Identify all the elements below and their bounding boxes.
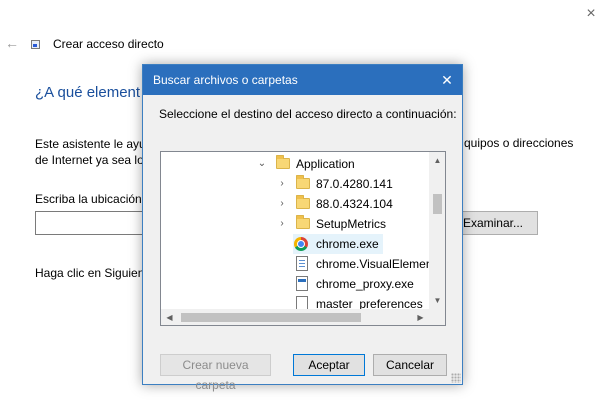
dialog-title: Buscar archivos o carpetas [153, 73, 298, 87]
chrome-icon [294, 237, 308, 251]
ok-button[interactable]: Aceptar [293, 354, 365, 376]
vertical-scrollbar[interactable]: ▲ ▼ [429, 152, 445, 309]
tree-item-label: SetupMetrics [316, 217, 387, 231]
wizard-close-icon[interactable]: × [583, 6, 599, 22]
scroll-up-icon[interactable]: ▲ [429, 152, 445, 169]
visual-elements-file-icon [296, 256, 308, 271]
resize-grip-icon[interactable] [451, 373, 461, 383]
location-label: Escriba la ubicación [35, 192, 142, 206]
dialog-prompt: Seleccione el destino del acceso directo… [159, 107, 457, 121]
back-arrow-icon[interactable]: ← [5, 36, 19, 50]
folder-icon [296, 195, 310, 209]
chevron-right-icon[interactable]: › [277, 194, 287, 214]
tree-item-setupmetrics[interactable]: › SetupMetrics [161, 214, 429, 234]
tree-item-chrome-proxy[interactable]: chrome_proxy.exe [161, 274, 429, 294]
location-input[interactable] [35, 211, 155, 235]
folder-icon [276, 155, 290, 169]
dialog-close-icon[interactable]: ✕ [432, 65, 462, 95]
next-instruction: Haga clic en Siguient [35, 266, 148, 280]
browse-dialog: Buscar archivos o carpetas ✕ Seleccione … [142, 64, 463, 392]
new-folder-button: Crear nueva carpeta [160, 354, 271, 392]
horizontal-scrollbar[interactable]: ◀ ▶ [161, 309, 429, 325]
tree-item-label: Application [296, 157, 355, 171]
wizard-description: Este asistente le ayud de Internet ya se… [35, 136, 152, 168]
exe-file-icon [296, 276, 308, 291]
wizard-description-line-1: Este asistente le ayud [35, 137, 153, 151]
folder-icon [296, 215, 310, 229]
tree-item-visual-elements[interactable]: chrome.VisualElement [161, 254, 436, 274]
tree-item-87[interactable]: › 87.0.4280.141 [161, 174, 429, 194]
tree-item-label: chrome.VisualElement [316, 257, 436, 271]
cancel-button[interactable]: Cancelar [373, 354, 447, 376]
dialog-titlebar[interactable]: Buscar archivos o carpetas ✕ [143, 65, 462, 95]
folder-icon [296, 175, 310, 189]
tree-item-chrome-exe[interactable]: chrome.exe [293, 234, 383, 254]
scroll-right-icon[interactable]: ▶ [412, 309, 429, 325]
tree-item-label: 88.0.4324.104 [316, 197, 393, 211]
chevron-right-icon[interactable]: › [277, 174, 287, 194]
tree-item-label: chrome.exe [316, 237, 379, 251]
chevron-right-icon[interactable]: › [277, 214, 287, 234]
scroll-left-icon[interactable]: ◀ [161, 309, 178, 325]
wizard-heading: ¿A qué element [35, 84, 141, 101]
horizontal-scroll-thumb[interactable] [181, 313, 361, 322]
chevron-down-icon[interactable]: ⌄ [257, 154, 267, 174]
tree-item-88[interactable]: › 88.0.4324.104 [161, 194, 429, 214]
tree-item-application[interactable]: ⌄ Application [161, 154, 429, 174]
scroll-down-icon[interactable]: ▼ [429, 292, 445, 309]
browse-button[interactable]: Examinar... [450, 211, 538, 235]
folder-tree[interactable]: ⌄ Application › 87.0.4280.141 › 88.0.432… [160, 151, 446, 326]
wizard-title: Crear acceso directo [53, 37, 164, 51]
tree-item-label: 87.0.4280.141 [316, 177, 393, 191]
shortcut-app-icon [31, 40, 40, 49]
scrollbar-corner [429, 309, 445, 325]
tree-item-label: chrome_proxy.exe [316, 277, 414, 291]
vertical-scroll-thumb[interactable] [433, 194, 442, 214]
wizard-description-right: quipos o direcciones [464, 136, 574, 150]
wizard-description-line-2: de Internet ya sea loc [35, 153, 150, 167]
